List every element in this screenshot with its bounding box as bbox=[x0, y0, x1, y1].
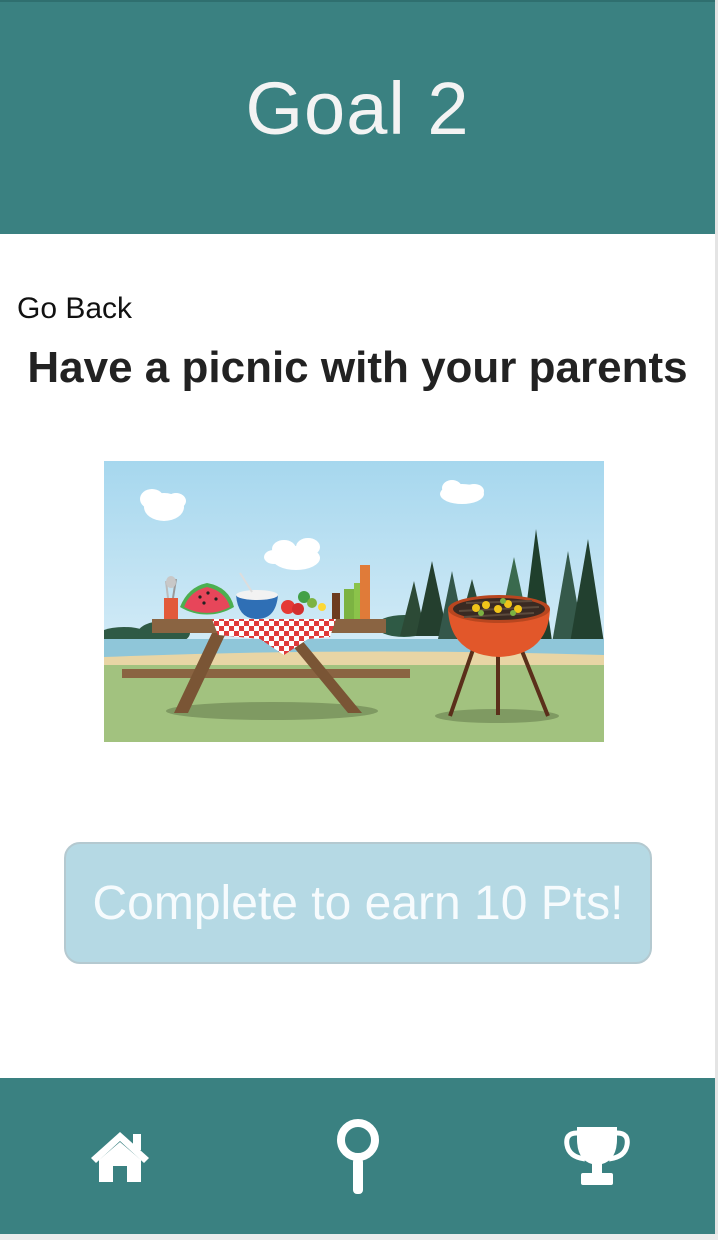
nav-leaderboard-button[interactable] bbox=[532, 1078, 662, 1234]
nav-home-button[interactable] bbox=[55, 1078, 185, 1234]
nav-search-button[interactable] bbox=[293, 1078, 423, 1234]
picnic-illustration bbox=[104, 461, 604, 742]
goal-title: Have a picnic with your parents bbox=[27, 343, 688, 392]
complete-goal-button[interactable]: Complete to earn 10 Pts! bbox=[64, 842, 652, 964]
go-back-link[interactable]: Go Back bbox=[17, 292, 132, 326]
window-edge-bottom bbox=[0, 1234, 718, 1240]
page-header: Goal 2 bbox=[0, 0, 715, 234]
bottom-nav bbox=[0, 1078, 715, 1234]
page-title: Goal 2 bbox=[245, 66, 470, 150]
